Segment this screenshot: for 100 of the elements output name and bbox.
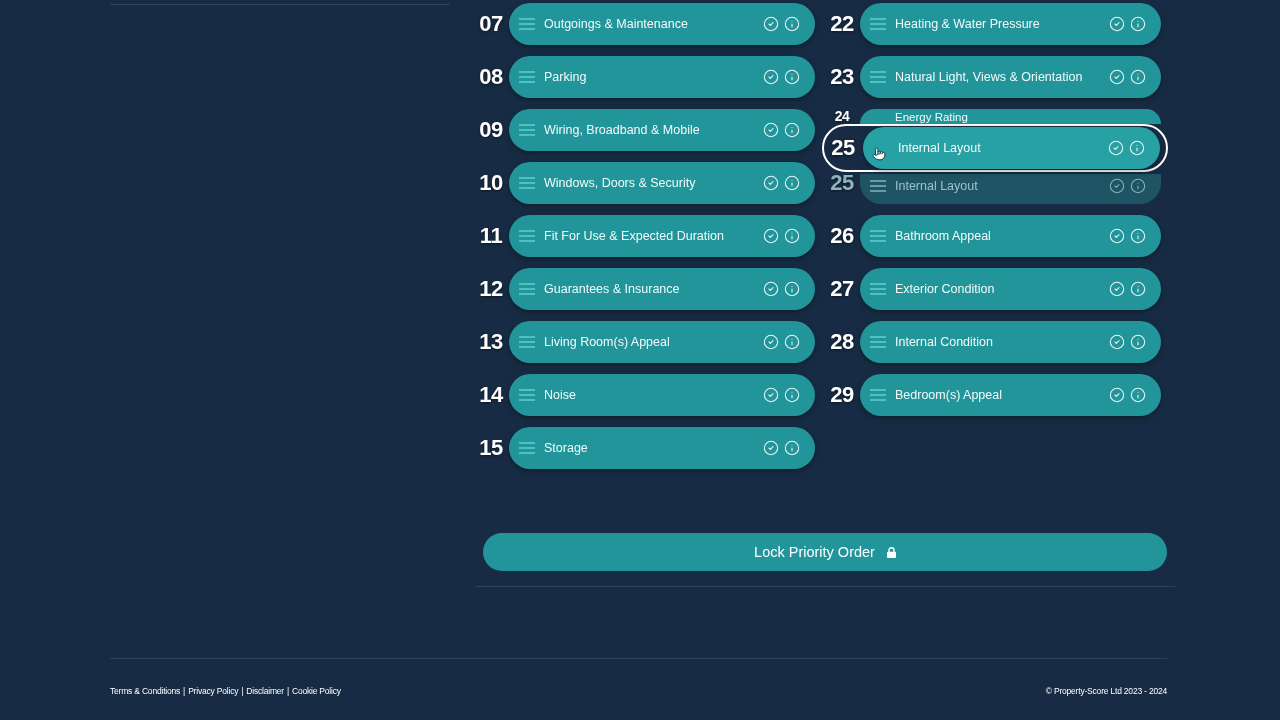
dragged-item-outline[interactable]: 25 Internal Layout: [822, 124, 1168, 172]
priority-item[interactable]: Parking: [509, 56, 815, 98]
priority-item[interactable]: Internal Condition: [860, 321, 1161, 363]
priority-item[interactable]: Guarantees & Insurance: [509, 268, 815, 310]
drop-placeholder[interactable]: Internal Layout: [860, 174, 1161, 204]
item-label: Wiring, Broadband & Mobile: [544, 122, 701, 138]
priority-item[interactable]: Exterior Condition: [860, 268, 1161, 310]
drag-handle-icon[interactable]: [519, 230, 535, 242]
rank-number: 25: [830, 135, 856, 161]
check-circle-icon: [1109, 16, 1125, 32]
item-label: Fit For Use & Expected Duration: [544, 228, 725, 244]
rank-number: 23: [829, 64, 855, 90]
rank-number: 14: [478, 382, 504, 408]
rank-number: 07: [478, 11, 504, 37]
item-label: Bathroom Appeal: [895, 228, 992, 244]
info-icon[interactable]: [1130, 178, 1146, 194]
rank-number: 28: [829, 329, 855, 355]
item-label: Internal Layout: [898, 140, 982, 156]
footer-link[interactable]: Privacy Policy: [188, 686, 239, 696]
check-circle-icon: [763, 16, 779, 32]
priority-item[interactable]: Fit For Use & Expected Duration: [509, 215, 815, 257]
hand-cursor-icon: [872, 146, 886, 162]
drag-handle-icon[interactable]: [870, 283, 886, 295]
priority-item[interactable]: Internal Layout: [863, 127, 1160, 169]
drag-handle-icon[interactable]: [519, 177, 535, 189]
check-circle-icon: [1109, 228, 1125, 244]
item-label: Exterior Condition: [895, 281, 996, 297]
item-label: Guarantees & Insurance: [544, 281, 681, 297]
priority-item[interactable]: Storage: [509, 427, 815, 469]
item-label: Internal Condition: [895, 334, 994, 350]
rank-number: 08: [478, 64, 504, 90]
drag-handle-icon[interactable]: [870, 180, 886, 192]
priority-item[interactable]: Living Room(s) Appeal: [509, 321, 815, 363]
rank-number: 29: [829, 382, 855, 408]
priority-item[interactable]: Heating & Water Pressure: [860, 3, 1161, 45]
check-circle-icon: [1109, 387, 1125, 403]
priority-item[interactable]: Outgoings & Maintenance: [509, 3, 815, 45]
drag-handle-icon[interactable]: [519, 389, 535, 401]
item-label: Energy Rating: [895, 110, 969, 124]
rank-number: 22: [829, 11, 855, 37]
check-circle-icon: [763, 281, 779, 297]
rank-number: 26: [829, 223, 855, 249]
footer-link[interactable]: Disclaimer: [246, 686, 284, 696]
rank-number: 10: [478, 170, 504, 196]
drag-handle-icon[interactable]: [870, 389, 886, 401]
rank-number: 13: [478, 329, 504, 355]
priority-item[interactable]: Noise: [509, 374, 815, 416]
rank-number: 11: [478, 223, 504, 249]
item-label: Heating & Water Pressure: [895, 16, 1041, 32]
check-circle-icon: [1109, 334, 1125, 350]
drag-handle-icon[interactable]: [519, 18, 535, 30]
item-label: Parking: [544, 69, 588, 85]
item-label: Internal Layout: [895, 178, 979, 194]
footer-link[interactable]: Terms & Conditions: [110, 686, 181, 696]
item-label: Natural Light, Views & Orientation: [895, 69, 1084, 85]
check-circle-icon: [1109, 281, 1125, 297]
drag-handle-icon[interactable]: [519, 336, 535, 348]
drag-handle-icon[interactable]: [870, 18, 886, 30]
drag-handle-icon[interactable]: [519, 124, 535, 136]
rank-number: 12: [478, 276, 504, 302]
drag-handle-icon[interactable]: [519, 71, 535, 83]
check-circle-icon: [763, 175, 779, 191]
link-separator: |: [241, 686, 244, 696]
priority-item[interactable]: Bedroom(s) Appeal: [860, 374, 1161, 416]
rank-number: 15: [478, 435, 504, 461]
rank-number: 25: [829, 170, 855, 196]
check-circle-icon: [763, 122, 779, 138]
item-label: Bedroom(s) Appeal: [895, 387, 1003, 403]
rank-number: 09: [478, 117, 504, 143]
check-circle-icon: [763, 387, 779, 403]
check-circle-icon: [763, 228, 779, 244]
check-circle-icon: [763, 440, 779, 456]
lock-priority-button[interactable]: Lock Priority Order: [483, 533, 1167, 571]
item-label: Noise: [544, 387, 577, 403]
link-separator: |: [286, 686, 289, 696]
drag-handle-icon[interactable]: [870, 230, 886, 242]
check-circle-icon: [1109, 69, 1125, 85]
check-circle-icon: [763, 69, 779, 85]
priority-item[interactable]: Natural Light, Views & Orientation: [860, 56, 1161, 98]
drag-handle-icon[interactable]: [870, 336, 886, 348]
copyright-text: © Property-Score Ltd 2023 - 2024: [1045, 686, 1167, 696]
footer-link[interactable]: Cookie Policy: [291, 686, 341, 696]
item-label: Living Room(s) Appeal: [544, 334, 671, 350]
priority-item[interactable]: Windows, Doors & Security: [509, 162, 815, 204]
item-label: Outgoings & Maintenance: [544, 16, 689, 32]
priority-item[interactable]: Bathroom Appeal: [860, 215, 1161, 257]
item-label: Storage: [544, 440, 589, 456]
priority-item[interactable]: Energy Rating: [860, 109, 1161, 124]
check-circle-icon: [1108, 140, 1124, 156]
rank-number: 24: [833, 109, 851, 123]
check-circle-icon: [1109, 178, 1125, 194]
rank-number: 27: [829, 276, 855, 302]
drag-handle-icon[interactable]: [519, 283, 535, 295]
link-separator: |: [183, 686, 186, 696]
check-circle-icon: [763, 334, 779, 350]
drag-handle-icon[interactable]: [519, 442, 535, 454]
priority-item[interactable]: Wiring, Broadband & Mobile: [509, 109, 815, 151]
lock-icon: [886, 546, 896, 558]
drag-handle-icon[interactable]: [870, 71, 886, 83]
item-label: Windows, Doors & Security: [544, 175, 697, 191]
